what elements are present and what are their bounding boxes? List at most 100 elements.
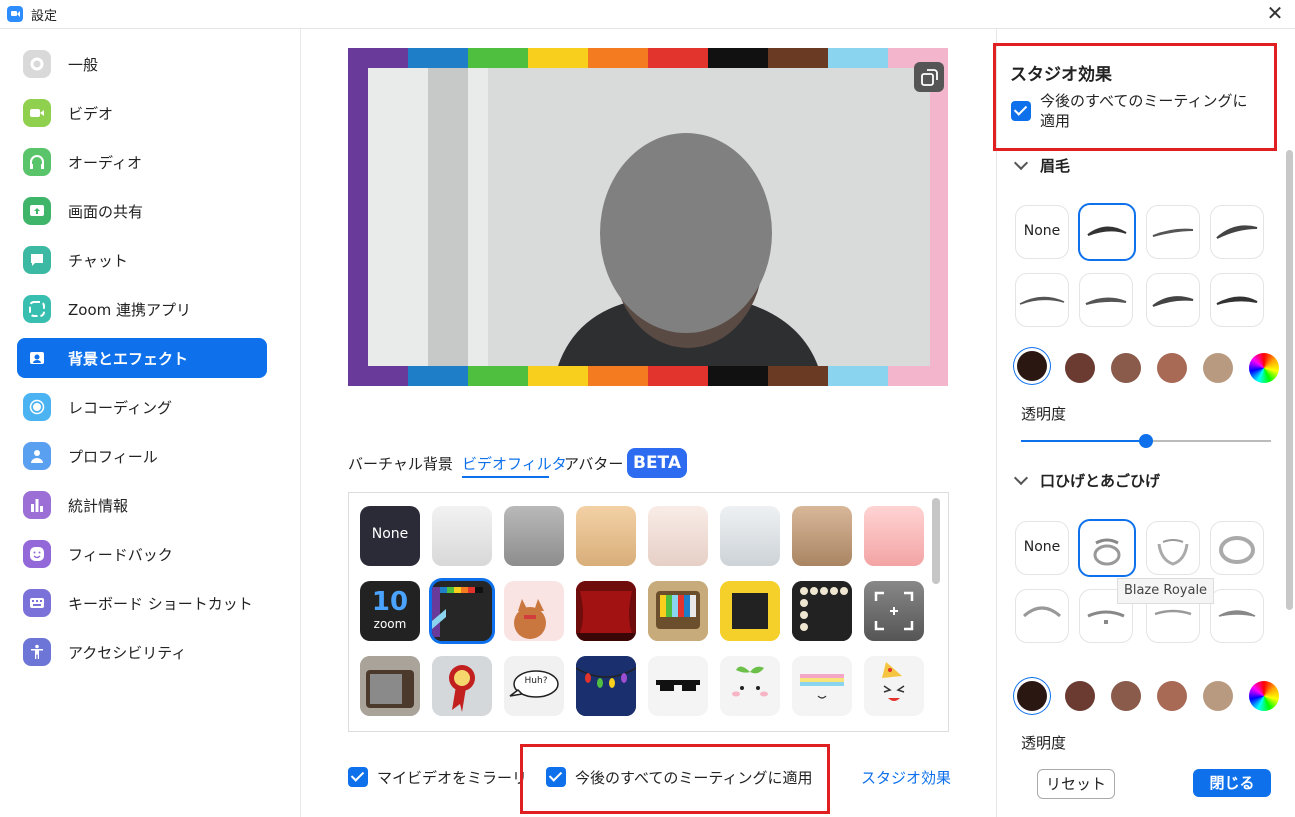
sidebar-item-chat[interactable]: チャット [17, 240, 267, 280]
filter-award-ribbon[interactable] [432, 656, 492, 716]
zoom-10-number: 10 [371, 587, 409, 617]
filter-desk-gray[interactable] [504, 506, 564, 566]
sidebar-item-background-effects[interactable]: 背景とエフェクト [17, 338, 267, 378]
sidebar-item-profile[interactable]: プロフィール [17, 436, 267, 476]
filter-desk-white[interactable] [432, 506, 492, 566]
beard-option-3[interactable] [1210, 521, 1264, 575]
eyebrow-option-3[interactable] [1210, 205, 1264, 259]
sidebar-item-label: Zoom 連携アプリ [68, 301, 192, 319]
eyebrow-color-swatch-2[interactable] [1065, 353, 1095, 383]
filter-desk-warm[interactable] [576, 506, 636, 566]
reset-button[interactable]: リセット [1037, 769, 1115, 799]
filter-old-tv[interactable] [360, 656, 420, 716]
panel-apply-all-checkbox[interactable] [1011, 101, 1031, 121]
filter-zoom-10-years[interactable]: 10 zoom [360, 581, 420, 641]
video-preview [348, 48, 948, 386]
beard-shape-icon [1023, 606, 1061, 618]
eyebrow-color-swatch-1[interactable] [1017, 351, 1047, 381]
filter-string-lights[interactable] [576, 656, 636, 716]
beard-color-swatch-5[interactable] [1203, 681, 1233, 711]
filter-desk-cool[interactable] [720, 506, 780, 566]
sidebar-item-video[interactable]: ビデオ [17, 93, 267, 133]
panel-scrollbar[interactable] [1286, 150, 1293, 610]
sidebar-item-general[interactable]: 一般 [17, 44, 267, 84]
eyebrow-color-swatch-4[interactable] [1157, 353, 1187, 383]
apply-all-meetings-label: 今後のすべてのミーティングに適用 [575, 769, 813, 787]
tab-virtual-background[interactable]: バーチャル背景 [348, 453, 453, 474]
filter-speech-bubble[interactable]: Huh? [504, 656, 564, 716]
beta-badge: BETA [627, 448, 687, 478]
eyebrow-color-swatch-3[interactable] [1111, 353, 1141, 383]
video-camera-icon [23, 99, 51, 127]
bulb-frame-icon [792, 581, 852, 641]
mirror-video-label: マイビデオをミラーリング [377, 769, 527, 787]
studio-effects-link[interactable]: スタジオ効果 [861, 767, 951, 788]
eyebrow-option-2[interactable] [1146, 205, 1200, 259]
eyebrow-option-1[interactable] [1078, 203, 1136, 261]
tab-avatar[interactable]: アバター [564, 453, 623, 474]
filter-retro-tv[interactable] [648, 581, 708, 641]
tab-video-filters[interactable]: ビデオフィルタ [462, 453, 567, 474]
filter-none-label: None [371, 526, 409, 542]
eyebrow-option-5[interactable] [1079, 273, 1133, 327]
filter-camera-frame[interactable] [864, 581, 924, 641]
filter-none[interactable]: None [360, 506, 420, 566]
eyebrow-option-4[interactable] [1015, 273, 1069, 327]
sidebar-item-label: ビデオ [68, 105, 114, 123]
active-tab-underline [462, 476, 549, 478]
filter-bulb-frame[interactable] [792, 581, 852, 641]
sidebar-item-accessibility[interactable]: アクセシビリティ [17, 632, 267, 672]
rotate-video-button[interactable] [914, 62, 944, 92]
pixel-sunglasses-icon [656, 680, 700, 691]
profile-icon [23, 442, 51, 470]
filter-corgi[interactable] [504, 581, 564, 641]
eyebrow-option-none[interactable]: None [1015, 205, 1069, 259]
sidebar-item-statistics[interactable]: 統計情報 [17, 485, 267, 525]
beard-color-swatch-1[interactable] [1017, 681, 1047, 711]
beard-section-title[interactable]: 口ひげとあごひげ [1040, 470, 1160, 491]
beard-option-none[interactable]: None [1015, 521, 1069, 575]
filter-rainbow-halo[interactable] [792, 656, 852, 716]
beard-option-2[interactable] [1146, 521, 1200, 575]
beard-option-blaze-royale[interactable] [1078, 519, 1136, 577]
chevron-down-icon[interactable] [1013, 155, 1029, 171]
beard-option-4[interactable] [1015, 589, 1069, 643]
eyebrow-opacity-slider-thumb[interactable] [1139, 434, 1153, 448]
close-panel-button[interactable]: 閉じる [1193, 769, 1271, 797]
filter-rainbow-frame[interactable] [432, 581, 492, 641]
color-picker-icon[interactable] [1249, 353, 1279, 383]
beard-color-swatch-4[interactable] [1157, 681, 1187, 711]
mirror-video-checkbox[interactable] [348, 767, 368, 787]
sidebar-item-share-screen[interactable]: 画面の共有 [17, 191, 267, 231]
chevron-down-icon[interactable] [1013, 470, 1029, 486]
filter-grid-scrollbar[interactable] [932, 498, 940, 584]
rainbow-frame-icon [432, 581, 492, 641]
sidebar-item-zoom-apps[interactable]: Zoom 連携アプリ [17, 289, 267, 329]
filter-desk-rose[interactable] [648, 506, 708, 566]
eyebrow-option-6[interactable] [1146, 273, 1200, 327]
filter-desk-sepia[interactable] [792, 506, 852, 566]
beard-color-swatch-2[interactable] [1065, 681, 1095, 711]
filter-party-hat[interactable] [864, 656, 924, 716]
color-picker-icon[interactable] [1249, 681, 1279, 711]
retro-tv-icon [648, 581, 708, 641]
sidebar-item-recording[interactable]: レコーディング [17, 387, 267, 427]
sidebar-item-audio[interactable]: オーディオ [17, 142, 267, 182]
beard-color-swatch-3[interactable] [1111, 681, 1141, 711]
filter-emoji-frame[interactable] [720, 581, 780, 641]
background-icon [23, 344, 51, 372]
eyebrow-color-swatch-5[interactable] [1203, 353, 1233, 383]
eyebrow-option-7[interactable] [1210, 273, 1264, 327]
filter-desk-pink[interactable] [864, 506, 924, 566]
filter-pixel-sunglasses[interactable] [648, 656, 708, 716]
apply-all-meetings-checkbox[interactable] [546, 767, 566, 787]
sidebar-item-feedback[interactable]: フィードバック [17, 534, 267, 574]
sidebar-item-label: アクセシビリティ [68, 644, 187, 662]
eyebrow-section-title[interactable]: 眉毛 [1040, 155, 1070, 176]
filter-theater[interactable] [576, 581, 636, 641]
filter-sprout-face[interactable] [720, 656, 780, 716]
beard-option-7[interactable] [1210, 589, 1264, 643]
close-window-button[interactable]: ✕ [1262, 1, 1288, 25]
camera-frame-icon [874, 591, 914, 631]
sidebar-item-keyboard-shortcuts[interactable]: キーボード ショートカット [17, 583, 267, 623]
